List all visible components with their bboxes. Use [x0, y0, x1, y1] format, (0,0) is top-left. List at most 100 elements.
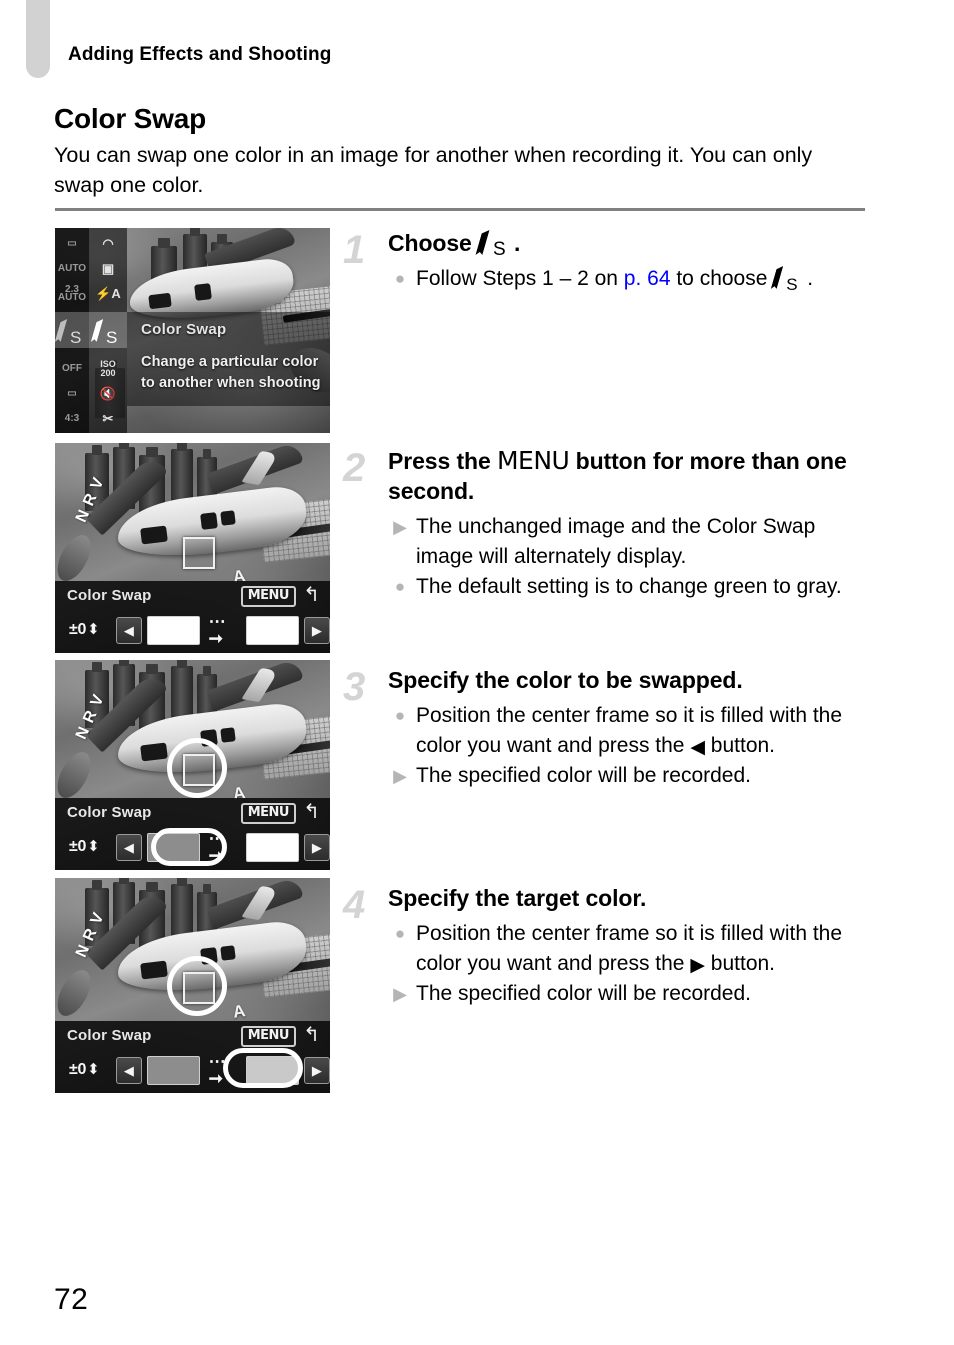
step-number: 4: [343, 883, 366, 927]
menu-badge[interactable]: MENU: [240, 1026, 296, 1047]
bar-title: Color Swap: [67, 1027, 152, 1044]
menu-description-line1: Change a particular color: [141, 354, 319, 370]
plane-window: [140, 525, 168, 545]
bullet-dot-icon: ●: [394, 577, 406, 596]
bullet-item: ▶ The specified color will be recorded.: [388, 979, 873, 1009]
ev-updown-icon[interactable]: ⬍: [87, 1062, 100, 1078]
menu-icon-display-frame[interactable]: ▭: [55, 381, 89, 406]
screenshot-color-swap-default: N R V A Color Swap MENU ↰ ±0 ⬍ ◀ ⋯➞ ▶: [55, 443, 330, 653]
menu-icon-mute[interactable]: 🔇: [89, 381, 127, 406]
source-swatch[interactable]: [147, 1055, 200, 1085]
highlight-ring-source-swatch: [151, 828, 227, 866]
bar-title: Color Swap: [67, 804, 152, 821]
left-arrow-button[interactable]: ◀: [115, 833, 142, 861]
bullet-text-part: button.: [704, 734, 776, 757]
bullet-text: The specified color will be recorded.: [416, 764, 751, 787]
target-swatch[interactable]: [246, 832, 299, 862]
mode-icon-subscript: S: [106, 328, 118, 347]
menu-return-icon: ↰: [303, 584, 320, 606]
menu-icon-mode-dial[interactable]: ▭: [55, 231, 89, 256]
target-swatch[interactable]: [246, 615, 299, 645]
left-arrow-button[interactable]: ◀: [115, 1056, 142, 1084]
page-link[interactable]: p. 64: [624, 267, 671, 290]
source-swatch[interactable]: [147, 615, 200, 645]
plane-window: [220, 510, 236, 526]
menu-icon-scene[interactable]: ◠: [89, 231, 127, 256]
right-arrow-button-glyph: ▶: [690, 955, 705, 976]
step-bullets: ● Position the center frame so it is fil…: [388, 919, 873, 1009]
plane-window: [220, 727, 236, 743]
step-3: 3 Specify the color to be swapped. ● Pos…: [343, 665, 873, 791]
menu-icon-iso[interactable]: ISO 200: [89, 356, 127, 381]
bullet-text-part: Position the center frame so it is fille…: [416, 922, 843, 975]
chapter-tab: [26, 0, 50, 78]
bar-title: Color Swap: [67, 587, 152, 604]
plane-window: [140, 960, 168, 980]
bullet-item: ▶ The unchanged image and the Color Swap…: [388, 512, 873, 572]
bottom-bar: Color Swap MENU ↰ ±0 ⬍ ◀ ⋯➞ ▶: [55, 581, 330, 653]
plane-window: [140, 742, 168, 762]
menu-return-icon: ↰: [303, 801, 320, 823]
ev-updown-icon[interactable]: ⬍: [87, 622, 100, 638]
bullet-item: ● Follow Steps 1 – 2 on p. 64 to choose …: [388, 264, 873, 294]
menu-icon-flash-off[interactable]: OFF: [55, 356, 89, 381]
menu-icon-aspect-43[interactable]: 4:3: [55, 406, 89, 431]
plane-window: [200, 512, 218, 530]
right-arrow-button[interactable]: ▶: [303, 616, 330, 644]
menu-icon-toy-camera[interactable]: ▣: [89, 256, 127, 281]
ev-value: ±0: [69, 621, 87, 638]
step-2: 2 Press the MENU button for more than on…: [343, 446, 873, 602]
bullet-text: Position the center frame so it is fille…: [416, 922, 842, 975]
step-number: 2: [343, 446, 366, 490]
side-registration-code: A: [231, 1001, 247, 1022]
mode-icon-subscript: S: [493, 239, 506, 260]
highlight-ring-center-frame: [167, 956, 227, 1016]
menu-icon-iso-auto[interactable]: AUTO: [55, 256, 89, 281]
step-bullets: ● Follow Steps 1 – 2 on p. 64 to choose …: [388, 264, 873, 294]
screenshot-mode-menu: ▭ AUTO 2.3 AUTO OFF ▭ 4:3 ◠ ▣ ⚡A ISO 200 🔇…: [55, 228, 330, 433]
right-arrow-button[interactable]: ▶: [303, 833, 330, 861]
ev-value: ±0: [69, 1061, 87, 1078]
menu-icon-scissors[interactable]: ✂: [89, 406, 127, 431]
mode-icon-subscript: S: [786, 275, 798, 294]
screenshot-specify-source-color: N R V A Color Swap MENU ↰ ±0 ⬍ ◀ ⋯➞ ▶: [55, 660, 330, 870]
bullet-item: ● The default setting is to change green…: [388, 572, 873, 602]
bullet-item: ▶ The specified color will be recorded.: [388, 761, 873, 791]
left-arrow-button[interactable]: ◀: [115, 616, 142, 644]
menu-description-line2: to another when shooting: [141, 375, 321, 391]
step-bullets: ▶ The unchanged image and the Color Swap…: [388, 512, 873, 602]
bullet-text: Position the center frame so it is fille…: [416, 704, 842, 757]
step-title-text: Choose: [388, 230, 479, 256]
control-row: ±0 ⬍ ◀ ⋯➞ ▶: [55, 613, 330, 647]
menu-selected-icon-right: S: [93, 314, 125, 346]
step-number: 3: [343, 665, 366, 709]
plane-window: [148, 292, 172, 310]
menu-badge[interactable]: MENU: [240, 803, 296, 824]
bullet-dot-icon: ●: [394, 269, 406, 288]
menu-button-label: MENU: [496, 446, 570, 475]
ev-updown-icon[interactable]: ⬍: [87, 839, 100, 855]
step-bullets: ● Position the center frame so it is fil…: [388, 701, 873, 791]
step-title: Specify the color to be swapped.: [388, 667, 743, 693]
transition-arrow-icon: ⋯➞: [208, 612, 226, 648]
left-arrow-button-glyph: ◀: [690, 737, 705, 758]
bullet-triangle-icon: ▶: [393, 766, 407, 786]
bullet-item: ● Position the center frame so it is fil…: [388, 919, 873, 979]
menu-icon-drive-auto[interactable]: 2.3 AUTO: [55, 281, 89, 306]
bullet-text-part: Follow Steps 1 – 2 on: [416, 267, 624, 290]
bullet-item: ● Position the center frame so it is fil…: [388, 701, 873, 761]
menu-return-icon: ↰: [303, 1024, 320, 1046]
menu-badge[interactable]: MENU: [240, 586, 296, 607]
bullet-text: The unchanged image and the Color Swap i…: [416, 515, 816, 568]
step-1: 1 Choose S. ● Follow Steps 1 – 2 on p. 6…: [343, 228, 873, 294]
bullet-text: Follow Steps 1 – 2 on p. 64 to choose S.: [416, 267, 813, 294]
plane-window: [194, 283, 212, 301]
color-swap-mode-icon: S: [93, 319, 125, 346]
menu-selected-icon-left: S: [57, 314, 89, 346]
bullet-text-part: to choose: [670, 267, 774, 290]
right-arrow-button[interactable]: ▶: [303, 1056, 330, 1084]
step-title: Choose S.: [388, 228, 873, 260]
highlight-ring-target-swatch: [223, 1048, 303, 1088]
menu-icon-flash-auto[interactable]: ⚡A: [89, 281, 127, 306]
header-rule: [55, 208, 865, 211]
